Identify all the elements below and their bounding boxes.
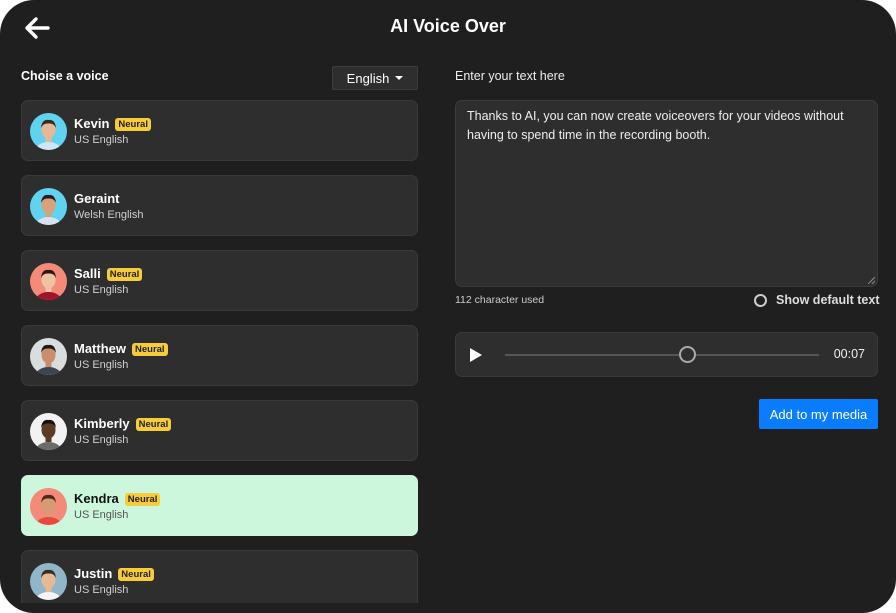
neural-badge: Neural bbox=[135, 418, 172, 431]
seek-slider[interactable] bbox=[505, 346, 819, 363]
voice-name-text: Geraint bbox=[74, 191, 120, 206]
voice-card-kevin[interactable]: Kevin Neural US English bbox=[21, 100, 418, 161]
voice-name: Geraint bbox=[74, 191, 120, 206]
voice-name: Kendra Neural bbox=[74, 491, 161, 506]
voice-language: US English bbox=[74, 284, 129, 296]
add-to-media-button[interactable]: Add to my media bbox=[759, 399, 878, 429]
neural-badge: Neural bbox=[115, 118, 151, 131]
voice-name: Matthew Neural bbox=[74, 341, 168, 356]
caret-down-icon bbox=[395, 76, 404, 80]
voiceover-text-input[interactable] bbox=[455, 100, 878, 287]
resize-handle-icon[interactable] bbox=[868, 277, 875, 284]
page-title: AI Voice Over bbox=[390, 16, 506, 36]
voice-name: Justin Neural bbox=[74, 566, 154, 581]
language-select-value: English bbox=[346, 70, 390, 86]
neural-badge: Neural bbox=[124, 493, 161, 506]
avatar bbox=[30, 413, 67, 450]
voice-name-text: Salli bbox=[74, 266, 101, 281]
voice-name: Kevin Neural bbox=[74, 116, 151, 131]
voice-language: US English bbox=[74, 359, 129, 371]
voice-over-window: AI Voice Over Choise a voice English Kev… bbox=[0, 0, 896, 613]
avatar bbox=[30, 188, 67, 225]
neural-badge: Neural bbox=[118, 568, 154, 581]
voice-list[interactable]: Kevin Neural US English Geraint Welsh Englis… bbox=[21, 100, 418, 603]
voice-language: Welsh English bbox=[74, 209, 144, 221]
text-input-label: Enter your text here bbox=[455, 69, 565, 83]
play-icon[interactable] bbox=[470, 348, 482, 362]
audio-player: 00:07 bbox=[455, 332, 878, 377]
voice-language: US English bbox=[74, 134, 129, 146]
choose-voice-label: Choise a voice bbox=[21, 69, 109, 83]
voice-card-matthew[interactable]: Matthew Neural US English bbox=[21, 325, 418, 386]
avatar bbox=[30, 563, 67, 600]
voice-name: Kimberly Neural bbox=[74, 416, 172, 431]
show-default-text-toggle[interactable]: Show default text bbox=[754, 293, 879, 307]
voice-card-justin[interactable]: Justin Neural US English bbox=[21, 550, 418, 603]
voice-name-text: Kimberly bbox=[74, 416, 130, 431]
voice-language: US English bbox=[74, 584, 129, 596]
neural-badge: Neural bbox=[132, 343, 168, 356]
voice-language: US English bbox=[74, 509, 129, 521]
voice-name-text: Kendra bbox=[74, 491, 119, 506]
voice-language: US English bbox=[74, 434, 129, 446]
voice-name-text: Justin bbox=[74, 566, 113, 581]
voice-card-kendra[interactable]: Kendra Neural US English bbox=[21, 475, 418, 536]
voice-card-kimberly[interactable]: Kimberly Neural US English bbox=[21, 400, 418, 461]
voice-name: Salli Neural bbox=[74, 266, 143, 281]
character-count: 112 character used bbox=[455, 294, 545, 306]
show-default-text-label: Show default text bbox=[776, 293, 880, 307]
seek-thumb[interactable] bbox=[679, 346, 697, 363]
radio-unchecked-icon[interactable] bbox=[754, 293, 767, 307]
avatar bbox=[30, 263, 67, 300]
avatar bbox=[30, 113, 67, 150]
avatar bbox=[30, 488, 67, 525]
voice-name-text: Matthew bbox=[74, 341, 126, 356]
voice-name-text: Kevin bbox=[74, 116, 110, 131]
voice-card-geraint[interactable]: Geraint Welsh English bbox=[21, 175, 418, 236]
avatar bbox=[30, 338, 67, 375]
neural-badge: Neural bbox=[106, 268, 143, 281]
language-select[interactable]: English bbox=[332, 66, 418, 90]
playback-time: 00:07 bbox=[833, 347, 865, 361]
voice-card-salli[interactable]: Salli Neural US English bbox=[21, 250, 418, 311]
